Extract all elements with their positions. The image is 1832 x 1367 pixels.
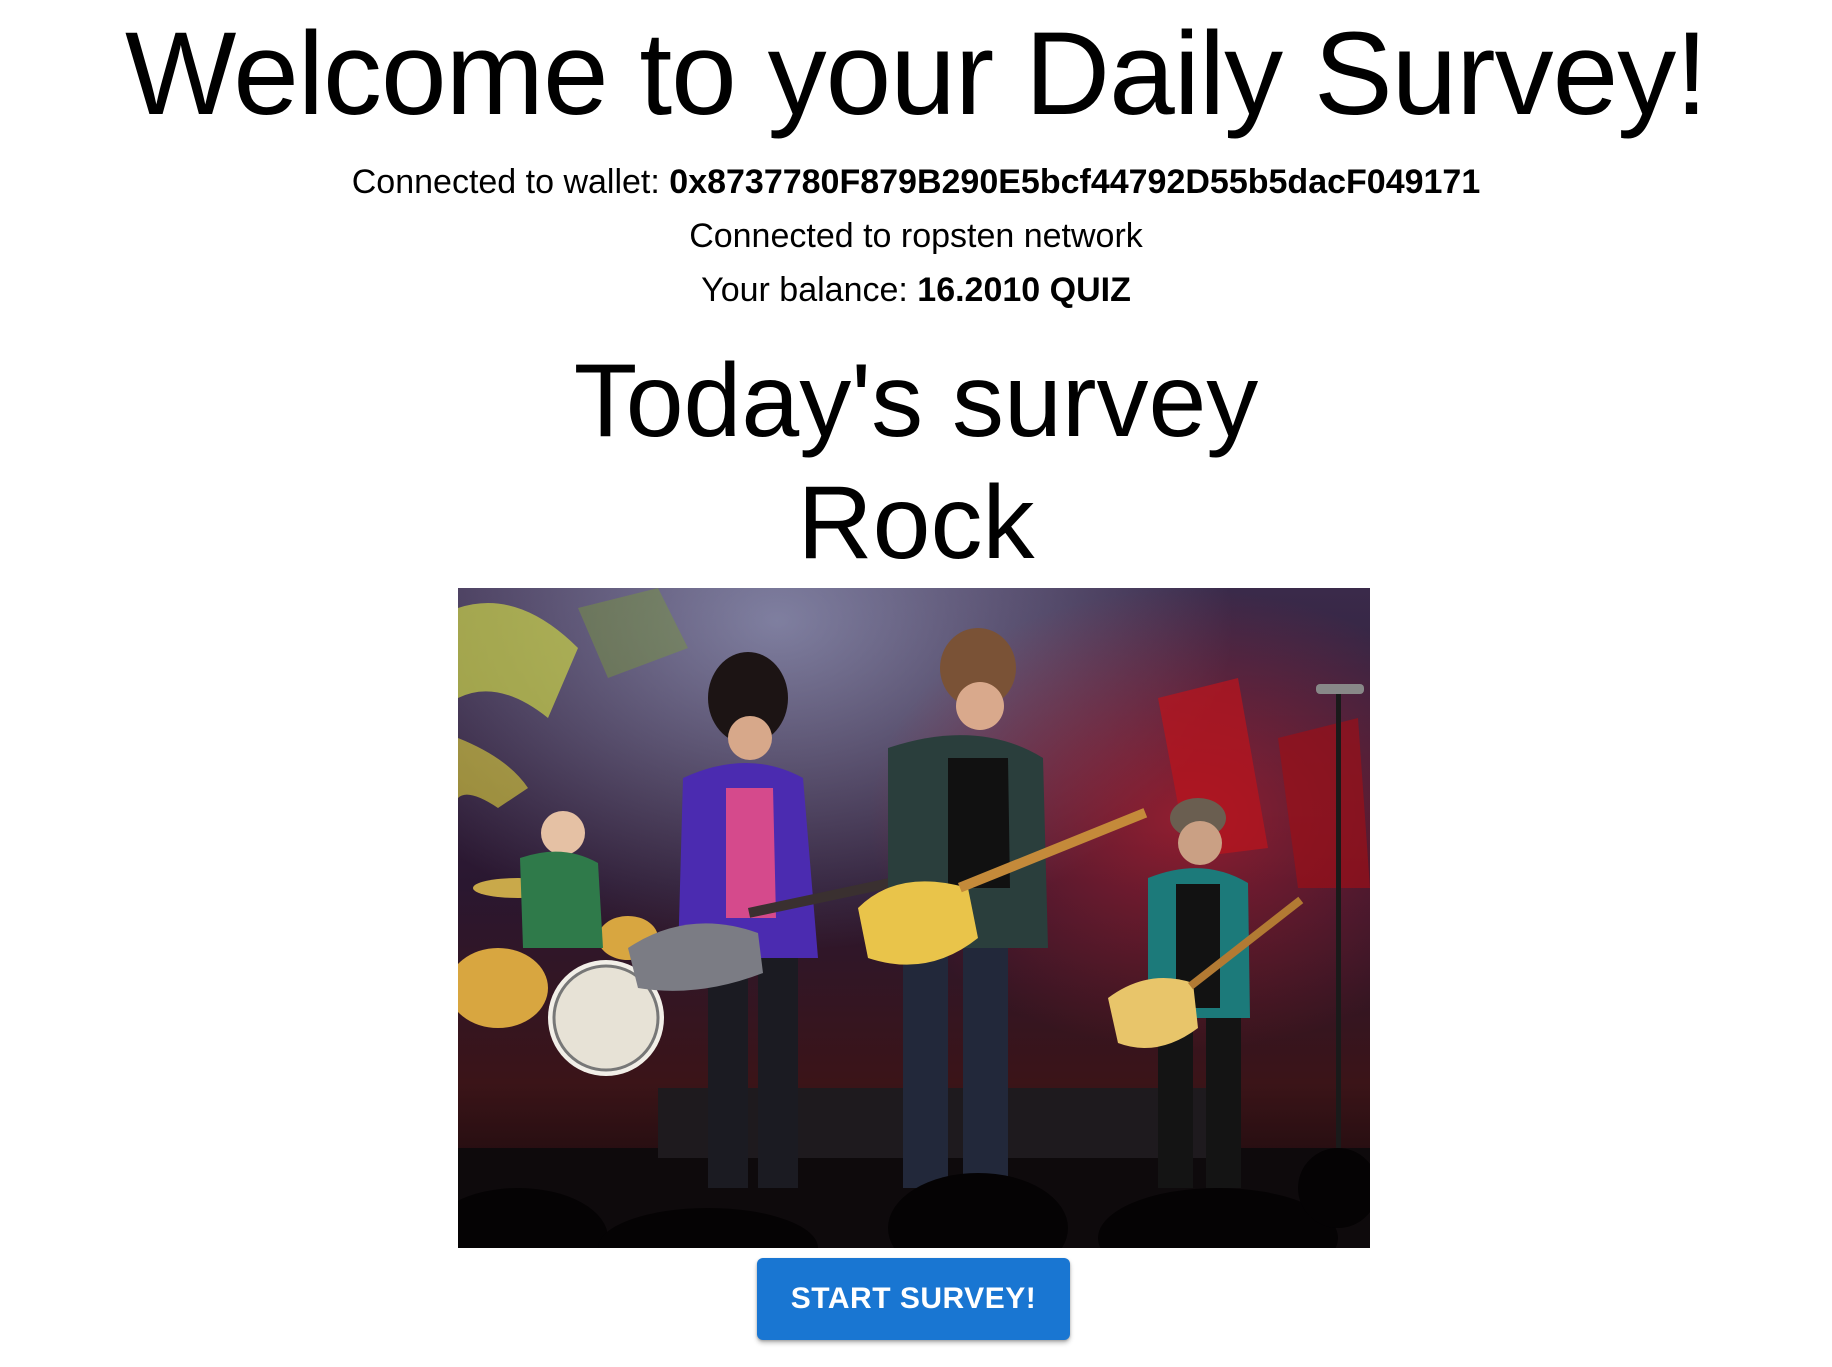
wallet-label: Connected to wallet: (351, 163, 670, 201)
network-status: Connected to ropsten network (689, 217, 1143, 255)
survey-name: Rock (797, 465, 1035, 581)
wallet-status: Connected to wallet: 0x8737780F879B290E5… (0, 160, 1832, 204)
balance-status: Your balance: 16.2010 QUIZ (0, 268, 1832, 312)
balance-label: Your balance: (701, 271, 918, 309)
page-title: Welcome to your Daily Survey! (124, 8, 1708, 140)
survey-image (458, 588, 1370, 1248)
wallet-address: 0x8737780F879B290E5bcf44792D55b5dacF0491… (669, 163, 1481, 201)
balance-value: 16.2010 QUIZ (917, 271, 1131, 309)
start-survey-button[interactable]: START SURVEY! (757, 1258, 1070, 1340)
survey-page: Welcome to your Daily Survey! Connected … (0, 0, 1832, 1367)
survey-heading: Today's survey (573, 343, 1259, 459)
